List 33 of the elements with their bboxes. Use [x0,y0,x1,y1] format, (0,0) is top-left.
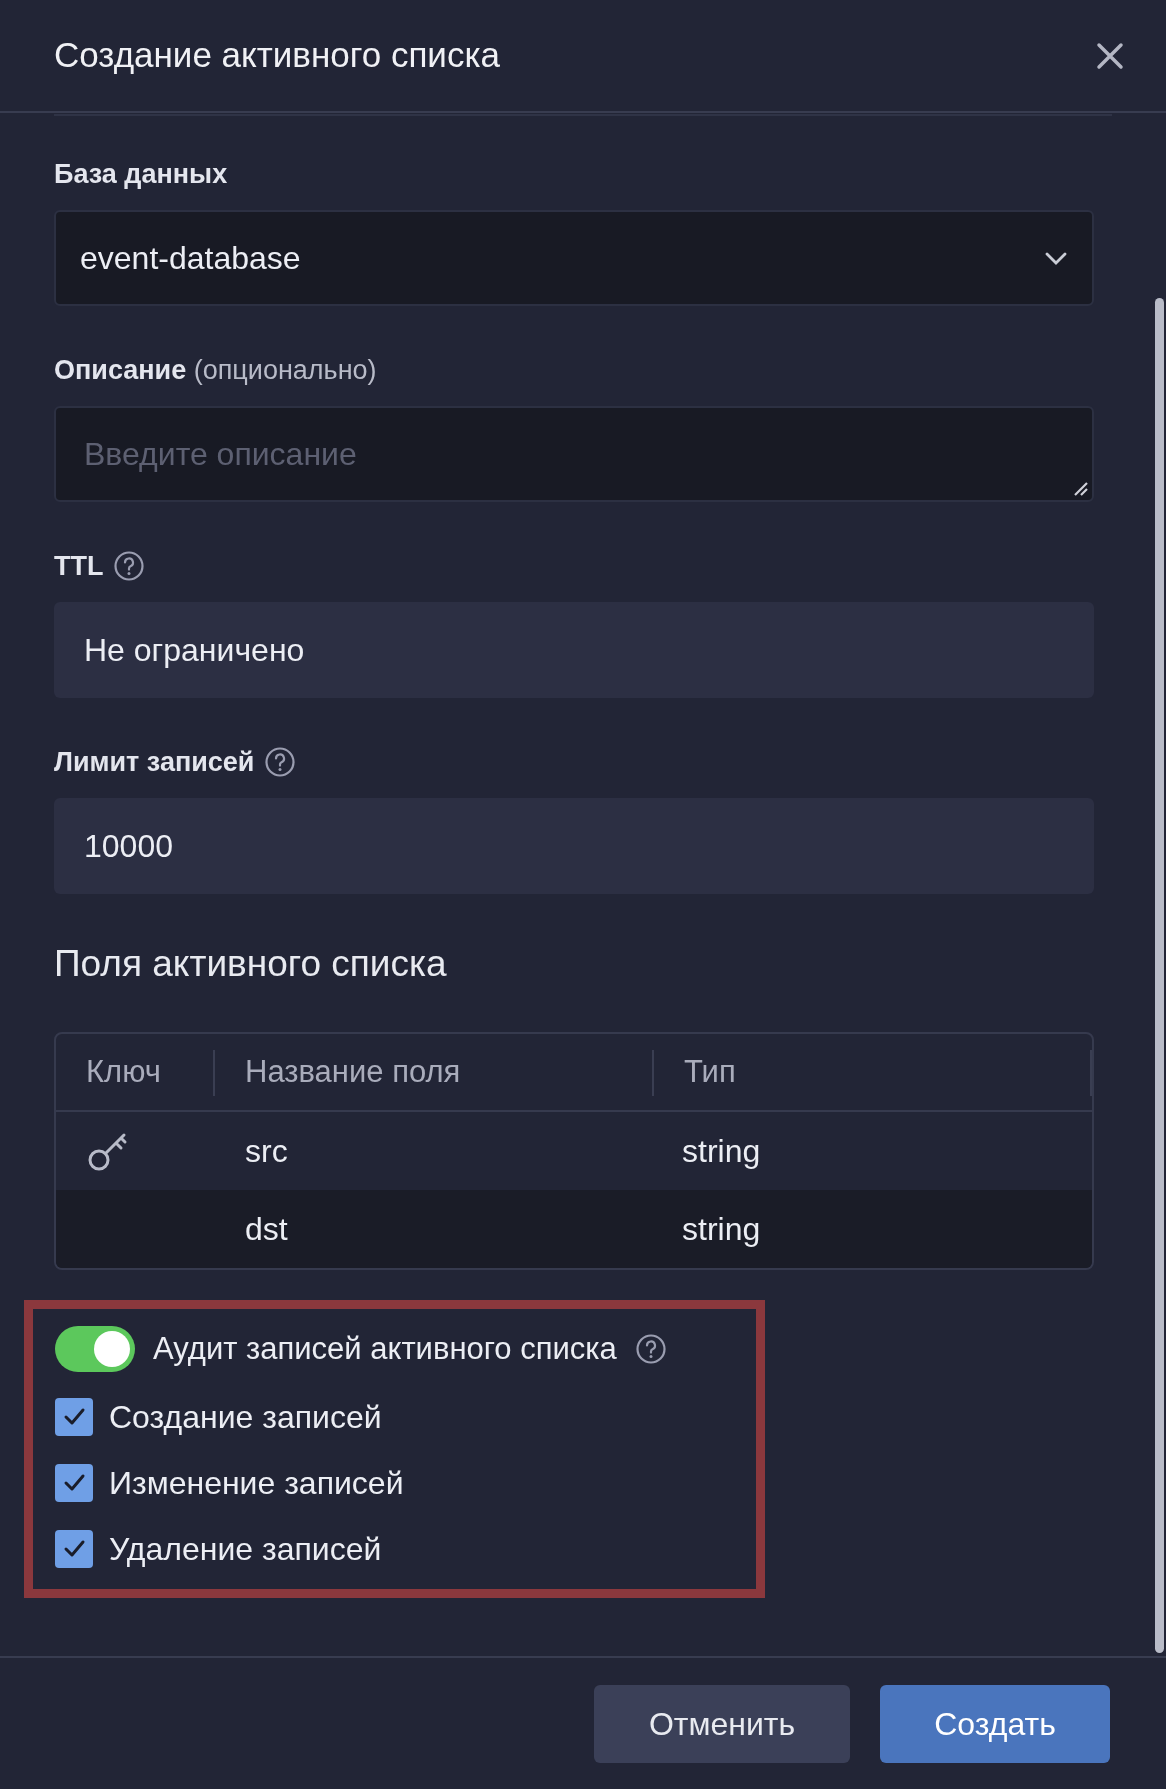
cancel-button[interactable]: Отменить [594,1684,850,1763]
checkbox[interactable] [55,1398,93,1436]
checkbox-label: Создание записей [109,1398,382,1437]
column-header[interactable]: Название поля [245,1048,461,1096]
toggle-label: Аудит записей активного списка [153,1329,617,1368]
checkbox-label: Удаление записей [109,1530,382,1569]
field-label: Лимит записей [54,745,255,779]
field-label: Описание (опционально) [54,353,377,387]
table-cell-text: dst [245,1210,288,1249]
dialog-title: Создание активного списка [54,34,500,77]
help-icon[interactable] [113,550,146,582]
table-cell-text: string [682,1132,761,1171]
checkbox[interactable] [55,1530,93,1568]
field-label: TTL [54,549,104,583]
input-field[interactable]: Не ограничено [54,602,1094,698]
checkbox-label: Изменение записей [109,1464,404,1503]
input-field[interactable]: 10000 [54,798,1094,894]
toggle-switch[interactable] [55,1326,135,1372]
help-icon[interactable] [634,1333,667,1365]
scrollbar[interactable] [1155,298,1164,1653]
section-title: Поля активного списка [54,942,448,987]
table-cell-text: src [245,1132,288,1171]
resize-handle-icon[interactable] [1072,480,1088,496]
table-cell-text: string [682,1210,761,1249]
chevron-down-icon [1044,250,1068,266]
description-field[interactable]: Введите описание [56,408,1092,500]
checkbox[interactable] [55,1464,93,1502]
dropdown[interactable]: event-database [54,210,1094,306]
create-button[interactable]: Создать [880,1684,1110,1763]
column-header[interactable]: Ключ [86,1048,161,1096]
field-label: База данных [54,157,228,191]
help-icon[interactable] [264,746,297,778]
column-header[interactable]: Тип [684,1048,736,1096]
